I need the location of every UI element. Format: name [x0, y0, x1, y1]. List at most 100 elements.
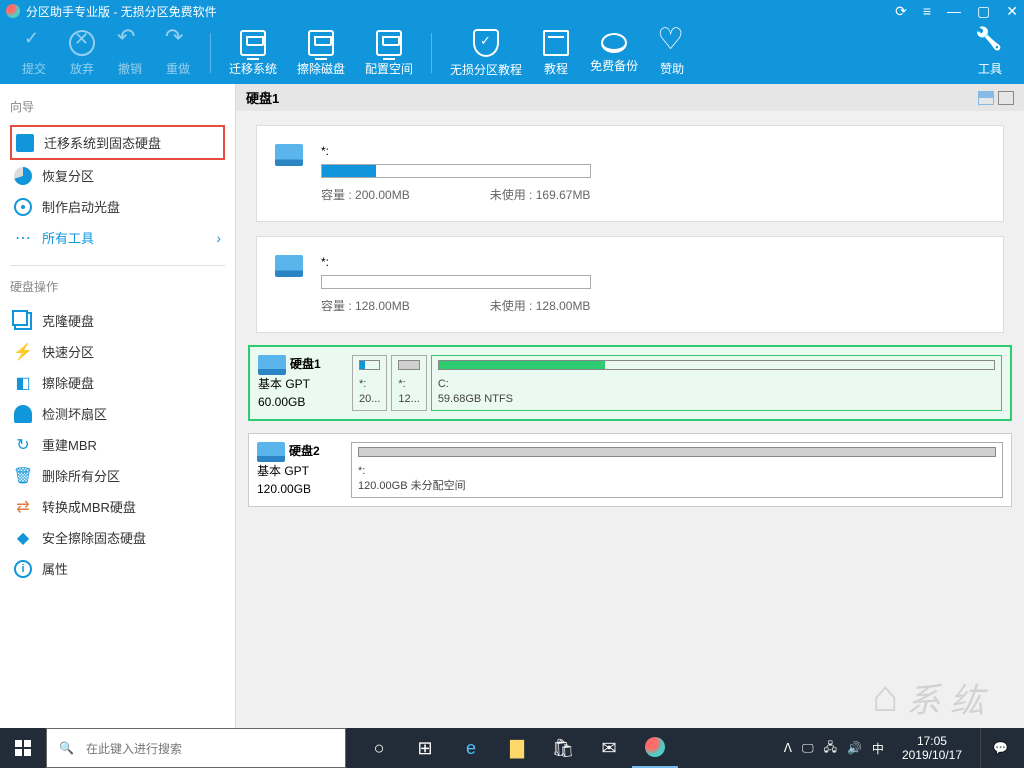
store-button[interactable]: 🛍 [540, 728, 586, 768]
explorer-button[interactable]: ▇ [494, 728, 540, 768]
grid-view-button[interactable] [978, 91, 994, 105]
sidebar-item-clone[interactable]: 克隆硬盘 [10, 305, 225, 336]
sidebar-item-bootdisc[interactable]: 制作启动光盘 [10, 191, 225, 222]
menu-button[interactable]: ≡ [923, 3, 931, 20]
allocate-space-button[interactable]: 配置空间 [359, 28, 419, 79]
discard-button[interactable]: 放弃 [62, 28, 102, 79]
clock[interactable]: 17:05 2019/10/17 [894, 734, 970, 763]
copy-icon [14, 312, 32, 330]
sponsor-button[interactable]: 赞助 [652, 28, 692, 79]
unused-label: 未使用 : 128.00MB [490, 297, 591, 314]
bolt-icon: ⚡ [14, 343, 32, 361]
partition-block-unallocated[interactable]: *:120.00GB 未分配空间 [351, 442, 1003, 498]
sidebar-item-quickpart[interactable]: ⚡快速分区 [10, 336, 225, 367]
disk-row-1[interactable]: 硬盘1 基本 GPT 60.00GB *:20... *:12... C:59.… [248, 345, 1012, 421]
pie-icon [14, 167, 32, 185]
notifications-button[interactable]: 💬 [980, 728, 1020, 768]
sidebar-item-all-tools[interactable]: ⋯所有工具› [10, 222, 225, 253]
disk-header: 硬盘1 [236, 84, 1024, 111]
cd-icon [14, 198, 32, 216]
convert-icon: ⇄ [14, 498, 32, 516]
partition-card[interactable]: *: 容量 : 200.00MB 未使用 : 169.67MB [256, 125, 1004, 222]
partition-icon [275, 255, 303, 277]
sidebar-item-tombr[interactable]: ⇄转换成MBR硬盘 [10, 491, 225, 522]
usage-bar [321, 164, 591, 178]
sidebar-item-badsector[interactable]: 检测坏扇区 [10, 398, 225, 429]
redo-button[interactable]: 重做 [158, 28, 198, 79]
secure-erase-icon: ◆ [14, 529, 32, 547]
network-icon[interactable]: 🖧 [824, 738, 837, 759]
toolbar: 提交 放弃 撤销 重做 迁移系统 擦除磁盘 配置空间 无损分区教程 教程 免费备… [0, 22, 1024, 84]
eraser-icon [308, 30, 334, 56]
sidebar-item-properties[interactable]: i属性 [10, 553, 225, 584]
allocate-icon [376, 30, 402, 56]
partition-block-c[interactable]: C:59.68GB NTFS [431, 355, 1002, 411]
sidebar-item-migrate-ssd[interactable]: 迁移系统到固态硬盘 [10, 125, 225, 160]
redo-icon [165, 30, 191, 56]
tools-button[interactable]: 工具 [970, 28, 1010, 79]
search-icon: 🔍 [59, 741, 74, 755]
taskbar-apps: ○ ⊞ e ▇ 🛍 ✉ [356, 728, 678, 768]
ime-indicator[interactable]: 中 [872, 740, 884, 757]
partition-block[interactable]: *:12... [391, 355, 426, 411]
book-icon [543, 30, 569, 56]
disk-row-2[interactable]: 硬盘2 基本 GPT 120.00GB *:120.00GB 未分配空间 [248, 433, 1012, 507]
undo-icon [117, 30, 143, 56]
wrench-icon [977, 30, 1003, 56]
sidebar-item-deleteall[interactable]: 🗑删除所有分区 [10, 460, 225, 491]
partition-block[interactable]: *:20... [352, 355, 387, 411]
chevron-right-icon: › [216, 230, 221, 246]
check-icon [21, 30, 47, 56]
commit-button[interactable]: 提交 [14, 28, 54, 79]
undo-button[interactable]: 撤销 [110, 28, 150, 79]
search-placeholder: 在此键入进行搜索 [86, 740, 182, 757]
disk-info: 硬盘1 基本 GPT 60.00GB [258, 355, 348, 411]
disk-icon [258, 355, 286, 375]
toolbar-separator [210, 33, 211, 73]
devices-icon[interactable]: 🖵 [802, 741, 814, 756]
refresh-button[interactable]: ⟳ [895, 3, 907, 20]
tutorial-lossless-button[interactable]: 无损分区教程 [444, 27, 528, 80]
window-title: 分区助手专业版 - 无损分区免费软件 [26, 3, 895, 20]
taskview-button[interactable]: ⊞ [402, 728, 448, 768]
maximize-button[interactable]: ▢ [977, 3, 990, 20]
sidebar-item-recover[interactable]: 恢复分区 [10, 160, 225, 191]
heart-icon [659, 30, 685, 56]
refresh-icon: ↻ [14, 436, 32, 454]
system-tray: ᐱ 🖵 🖧 🔊 中 17:05 2019/10/17 💬 [784, 728, 1024, 768]
start-button[interactable] [0, 728, 46, 768]
minimize-button[interactable]: — [947, 3, 961, 20]
backup-button[interactable]: 免费备份 [584, 31, 644, 76]
wizard-section-title: 向导 [10, 98, 225, 115]
main-panel: 硬盘1 *: 容量 : 200.00MB 未使用 : 169.67MB *: [236, 84, 1024, 728]
sidebar-item-wipe[interactable]: ◧擦除硬盘 [10, 367, 225, 398]
partition-icon [275, 144, 303, 166]
disk-info: 硬盘2 基本 GPT 120.00GB [257, 442, 347, 498]
disk-icon [257, 442, 285, 462]
ssd-icon [16, 134, 34, 152]
mail-button[interactable]: ✉ [586, 728, 632, 768]
list-view-button[interactable] [998, 91, 1014, 105]
edge-button[interactable]: e [448, 728, 494, 768]
tutorial-button[interactable]: 教程 [536, 28, 576, 79]
capacity-label: 容量 : 200.00MB [321, 186, 410, 203]
tray-expand-button[interactable]: ᐱ [784, 741, 792, 755]
unused-label: 未使用 : 169.67MB [490, 186, 591, 203]
wipe-disk-button[interactable]: 擦除磁盘 [291, 28, 351, 79]
info-icon: i [14, 560, 32, 578]
cortana-button[interactable]: ○ [356, 728, 402, 768]
database-icon [601, 33, 627, 53]
sidebar-item-secureerase[interactable]: ◆安全擦除固态硬盘 [10, 522, 225, 553]
disk-header-label: 硬盘1 [246, 88, 279, 107]
close-button[interactable]: ✕ [1006, 3, 1018, 20]
x-icon [69, 30, 95, 56]
sidebar: 向导 迁移系统到固态硬盘 恢复分区 制作启动光盘 ⋯所有工具› 硬盘操作 克隆硬… [0, 84, 236, 728]
partition-card[interactable]: *: 容量 : 128.00MB 未使用 : 128.00MB [256, 236, 1004, 333]
usage-bar [321, 275, 591, 289]
volume-icon[interactable]: 🔊 [847, 741, 862, 755]
sidebar-item-rebuildmbr[interactable]: ↻重建MBR [10, 429, 225, 460]
gauge-icon [14, 405, 32, 423]
partition-app-button[interactable] [632, 728, 678, 768]
migrate-os-button[interactable]: 迁移系统 [223, 28, 283, 79]
search-box[interactable]: 🔍 在此键入进行搜索 [46, 728, 346, 768]
